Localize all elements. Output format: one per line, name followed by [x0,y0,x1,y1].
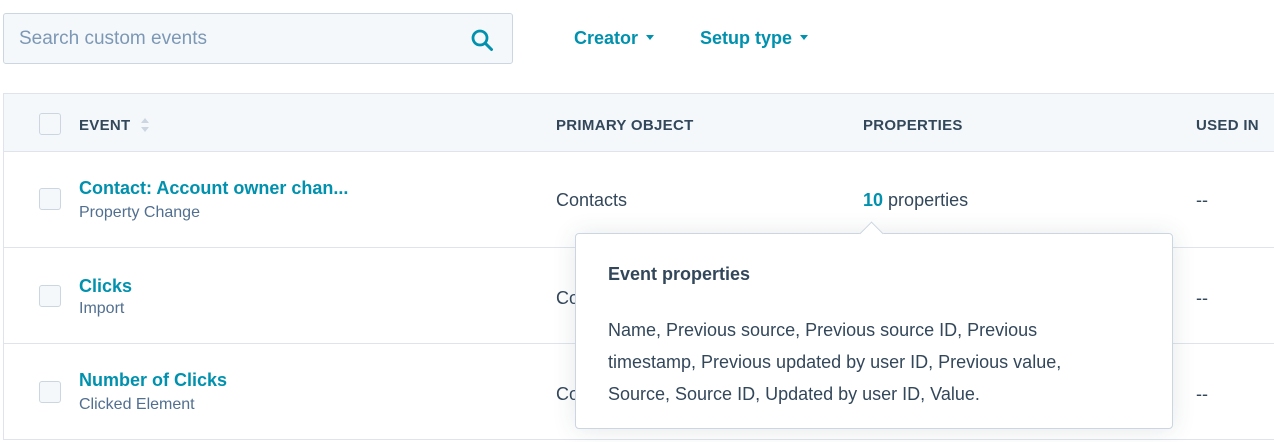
properties-cell: 10 properties [863,190,968,211]
row-checkbox[interactable] [39,381,61,403]
sort-icon[interactable] [140,115,150,135]
search-icon[interactable] [470,28,494,52]
row-checkbox[interactable] [39,285,61,307]
column-header-event[interactable]: EVENT [79,117,131,134]
event-name-link[interactable]: Contact: Account owner chan... [79,178,348,199]
event-type: Clicked Element [79,396,195,413]
setup-type-filter-label: Setup type [700,28,793,48]
event-type: Import [79,300,125,317]
popover-body: Name, Previous source, Previous source I… [608,320,1062,404]
creator-filter[interactable]: Creator [574,28,655,49]
setup-type-filter[interactable]: Setup type [700,28,809,49]
primary-object-cell: Contacts [556,190,628,210]
column-header-used-in[interactable]: USED IN [1196,117,1259,134]
popover-title: Event properties [608,264,751,284]
search-box[interactable] [3,13,513,64]
event-name-link[interactable]: Number of Clicks [79,370,227,391]
column-header-properties[interactable]: PROPERTIES [863,117,963,134]
search-input[interactable] [4,14,459,63]
properties-label: properties [888,190,969,210]
chevron-down-icon [800,34,809,40]
event-type: Property Change [79,204,200,221]
used-in-cell: -- [1196,384,1208,404]
used-in-cell: -- [1196,190,1208,210]
table-header: EVENT PRIMARY OBJECT PROPERTIES USED IN [3,93,1274,152]
row-checkbox[interactable] [39,188,61,210]
event-name-link[interactable]: Clicks [79,276,132,297]
properties-count-link[interactable]: 10 [863,190,883,210]
event-properties-popover: Event properties Name, Previous source, … [575,221,1173,429]
creator-filter-label: Creator [574,28,639,48]
column-header-primary-object[interactable]: PRIMARY OBJECT [556,117,694,134]
used-in-cell: -- [1196,288,1208,308]
chevron-down-icon [646,34,655,40]
select-all-checkbox[interactable] [39,113,61,135]
